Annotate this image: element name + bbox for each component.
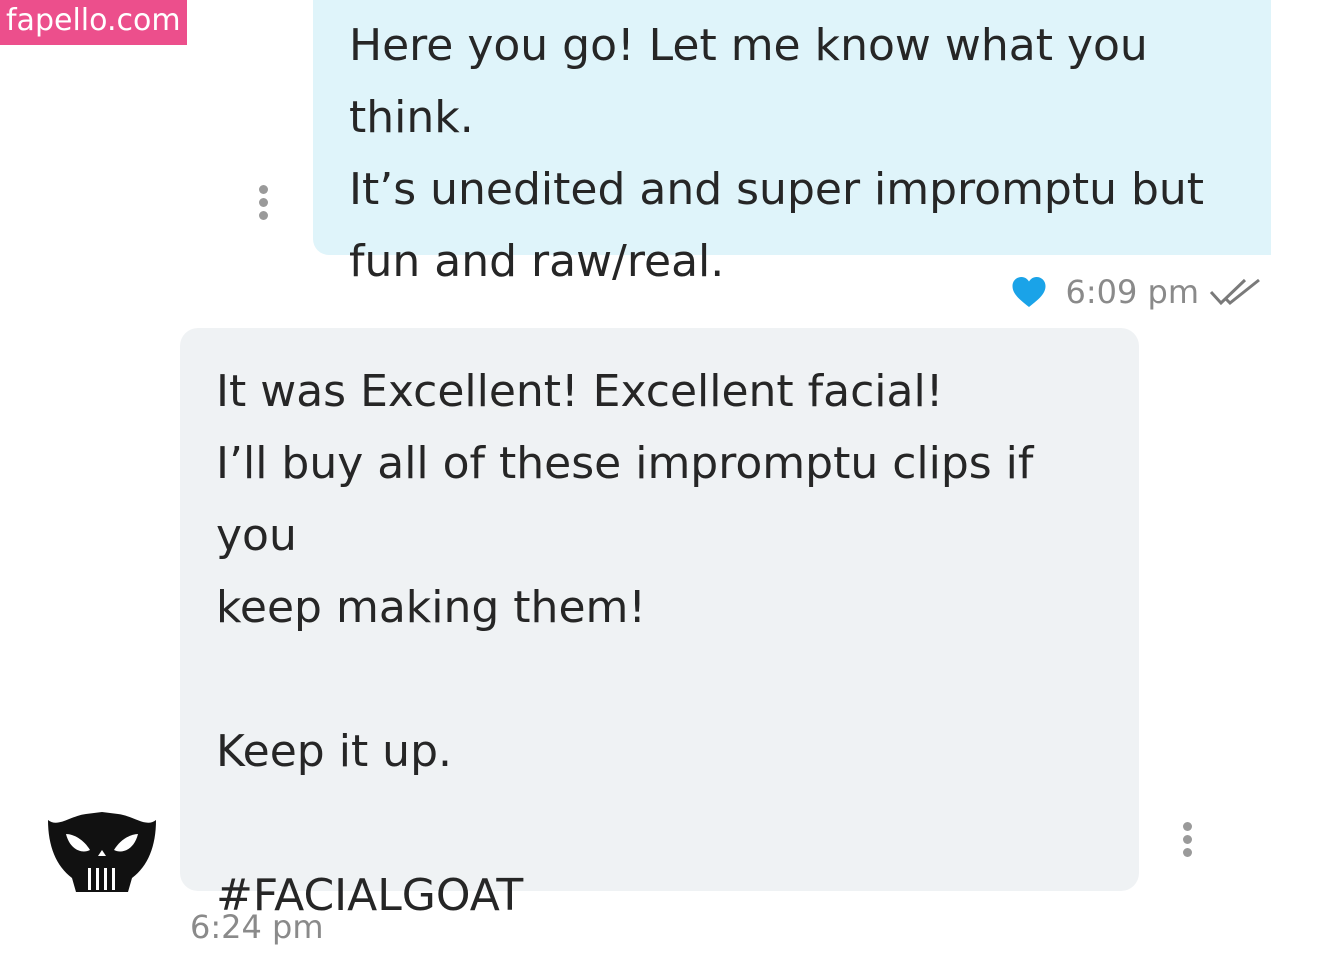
sent-message-options-icon[interactable] (259, 185, 269, 224)
watermark: fapello.com (0, 0, 187, 45)
heart-icon[interactable] (1011, 275, 1047, 309)
chat-screen: fapello.com Here you go! Let me know wha… (0, 0, 1319, 956)
sent-message-bubble[interactable]: Here you go! Let me know what you think.… (313, 0, 1271, 287)
received-message-text: It was Excellent! Excellent facial! I’ll… (216, 366, 1034, 921)
skull-avatar-icon[interactable] (44, 806, 160, 896)
received-message-bubble[interactable]: It was Excellent! Excellent facial! I’ll… (180, 328, 1139, 921)
received-message-time: 6:24 pm (190, 908, 324, 946)
sent-message-time: 6:09 pm (1065, 273, 1199, 311)
sent-message-text: Here you go! Let me know what you think.… (349, 20, 1205, 287)
double-check-icon (1209, 278, 1260, 306)
sent-message-meta: 6:09 pm (1011, 270, 1265, 314)
received-message-options-icon[interactable] (1183, 822, 1193, 861)
